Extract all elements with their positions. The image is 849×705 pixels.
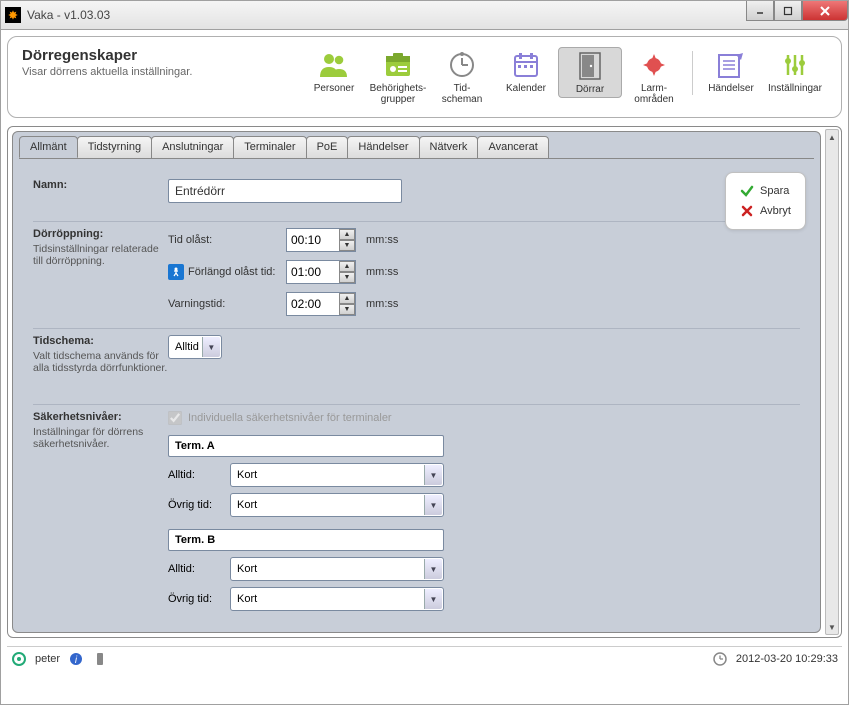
spin-down[interactable]: ▼ — [339, 304, 355, 315]
individual-checkbox[interactable] — [168, 411, 182, 425]
tab-natverk[interactable]: Nätverk — [419, 136, 479, 158]
tabs-strip: Allmänt Tidstyrning Anslutningar Termina… — [13, 132, 820, 158]
ribbon-behorighetsgrupper[interactable]: Behörighets-grupper — [366, 47, 430, 107]
ribbon-handelser[interactable]: Händelser — [699, 47, 763, 96]
section-dooropening: Dörröppning: Tidsinställningar relaterad… — [33, 222, 800, 329]
unit-label: mm:ss — [366, 234, 398, 246]
ribbon-header: Dörregenskaper Visar dörrens aktuella in… — [7, 36, 842, 118]
badge-icon — [380, 49, 416, 81]
calendar-icon — [508, 49, 544, 81]
scroll-up[interactable]: ▲ — [826, 130, 838, 144]
term-b-ovrig-select[interactable]: Kort▼ — [230, 587, 444, 611]
schedule-desc: Valt tidschema används för alla tidsstyr… — [33, 350, 167, 374]
status-bar: peter i 2012-03-20 10:29:33 — [7, 646, 842, 670]
chevron-down-icon: ▼ — [424, 465, 442, 485]
info-icon[interactable]: i — [68, 651, 84, 667]
save-button[interactable]: Spara — [738, 181, 793, 201]
status-user: peter — [35, 653, 60, 665]
page-subtitle: Visar dörrens aktuella inställningar. — [22, 66, 302, 78]
term-b-alltid-select[interactable]: Kort▼ — [230, 557, 444, 581]
ribbon-tidscheman[interactable]: Tid-scheman — [430, 47, 494, 107]
tab-poe[interactable]: PoE — [306, 136, 349, 158]
ribbon-installningar[interactable]: Inställningar — [763, 47, 827, 96]
chevron-down-icon: ▼ — [424, 559, 442, 579]
ribbon-dorrar[interactable]: Dörrar — [558, 47, 622, 98]
term-a-ovrig-label: Övrig tid: — [168, 499, 222, 511]
window-controls — [746, 1, 848, 21]
schedule-heading: Tidschema: — [33, 335, 168, 347]
tab-panel: Allmänt Tidstyrning Anslutningar Termina… — [12, 131, 821, 633]
terminal-a-head: Term. A — [168, 435, 444, 457]
alarm-icon — [636, 49, 672, 81]
ribbon-kalender[interactable]: Kalender — [494, 47, 558, 96]
titlebar: ✸ Vaka - v1.03.03 — [0, 0, 849, 30]
terminal-b-head: Term. B — [168, 529, 444, 551]
section-security: Säkerhetsnivåer: Inställningar för dörre… — [33, 405, 800, 623]
open-desc: Tidsinställningar relaterade till dörröp… — [33, 243, 159, 267]
scroll-down[interactable]: ▼ — [826, 620, 838, 634]
user-status-icon — [11, 651, 27, 667]
page-title: Dörregenskaper — [22, 47, 302, 64]
people-icon — [316, 49, 352, 81]
spin-up[interactable]: ▲ — [339, 229, 355, 240]
tab-handelser[interactable]: Händelser — [347, 136, 419, 158]
ribbon-personer[interactable]: Personer — [302, 47, 366, 96]
term-b-ovrig-label: Övrig tid: — [168, 593, 222, 605]
term-b-alltid-label: Alltid: — [168, 563, 222, 575]
tab-anslutningar[interactable]: Anslutningar — [151, 136, 234, 158]
action-box: Spara Avbryt — [725, 172, 806, 230]
unit-label: mm:ss — [366, 298, 398, 310]
open-heading: Dörröppning: — [33, 228, 168, 240]
tab-content: Namn: Dörröppning: Tidsinställningar rel… — [19, 158, 814, 626]
schedule-select[interactable]: Alltid ▼ — [168, 335, 222, 359]
security-desc: Inställningar för dörrens säkerhetsnivåe… — [33, 426, 143, 450]
cancel-button[interactable]: Avbryt — [738, 201, 793, 221]
app-icon: ✸ — [5, 7, 21, 23]
tab-avancerat[interactable]: Avancerat — [477, 136, 548, 158]
tab-terminaler[interactable]: Terminaler — [233, 136, 306, 158]
term-a-alltid-select[interactable]: Kort▼ — [230, 463, 444, 487]
minimize-button[interactable] — [746, 1, 774, 21]
section-schedule: Tidschema: Valt tidschema används för al… — [33, 329, 800, 405]
spin-down[interactable]: ▼ — [339, 240, 355, 251]
term-a-alltid-label: Alltid: — [168, 469, 222, 481]
tab-container: ▲ ▼ Allmänt Tidstyrning Anslutningar Ter… — [7, 126, 842, 638]
security-heading: Säkerhetsnivåer: — [33, 411, 168, 423]
ribbon-larmomraden[interactable]: Larm-områden — [622, 47, 686, 107]
spin-up[interactable]: ▲ — [339, 261, 355, 272]
window-body: Dörregenskaper Visar dörrens aktuella in… — [0, 30, 849, 705]
name-input[interactable] — [168, 179, 402, 203]
door-icon — [572, 50, 608, 82]
warn-label: Varningstid: — [168, 298, 225, 310]
individual-label: Individuella säkerhetsnivåer för termina… — [188, 412, 392, 424]
chevron-down-icon: ▼ — [202, 337, 220, 357]
unit-label: mm:ss — [366, 266, 398, 278]
time-unlocked-label: Tid olåst: — [168, 234, 212, 246]
accessibility-icon — [168, 264, 184, 280]
chevron-down-icon: ▼ — [424, 589, 442, 609]
settings-icon — [777, 49, 813, 81]
tab-tidstyrning[interactable]: Tidstyrning — [77, 136, 152, 158]
clock-icon — [444, 49, 480, 81]
window-title: Vaka - v1.03.03 — [27, 8, 110, 22]
maximize-button[interactable] — [774, 1, 802, 21]
name-label: Namn: — [33, 179, 168, 191]
check-icon — [740, 184, 754, 198]
chevron-down-icon: ▼ — [424, 495, 442, 515]
term-a-ovrig-select[interactable]: Kort▼ — [230, 493, 444, 517]
spin-down[interactable]: ▼ — [339, 272, 355, 283]
spin-up[interactable]: ▲ — [339, 293, 355, 304]
tab-allmant[interactable]: Allmänt — [19, 136, 78, 158]
extended-label: Förlängd olåst tid: — [188, 266, 275, 278]
scrollbar[interactable]: ▲ ▼ — [825, 129, 839, 635]
close-button[interactable] — [802, 1, 848, 21]
events-icon — [713, 49, 749, 81]
x-icon — [740, 204, 754, 218]
status-datetime: 2012-03-20 10:29:33 — [736, 653, 838, 665]
clock-status-icon — [712, 651, 728, 667]
section-name: Namn: — [33, 173, 800, 222]
device-icon[interactable] — [92, 651, 108, 667]
ribbon-separator — [692, 51, 693, 95]
